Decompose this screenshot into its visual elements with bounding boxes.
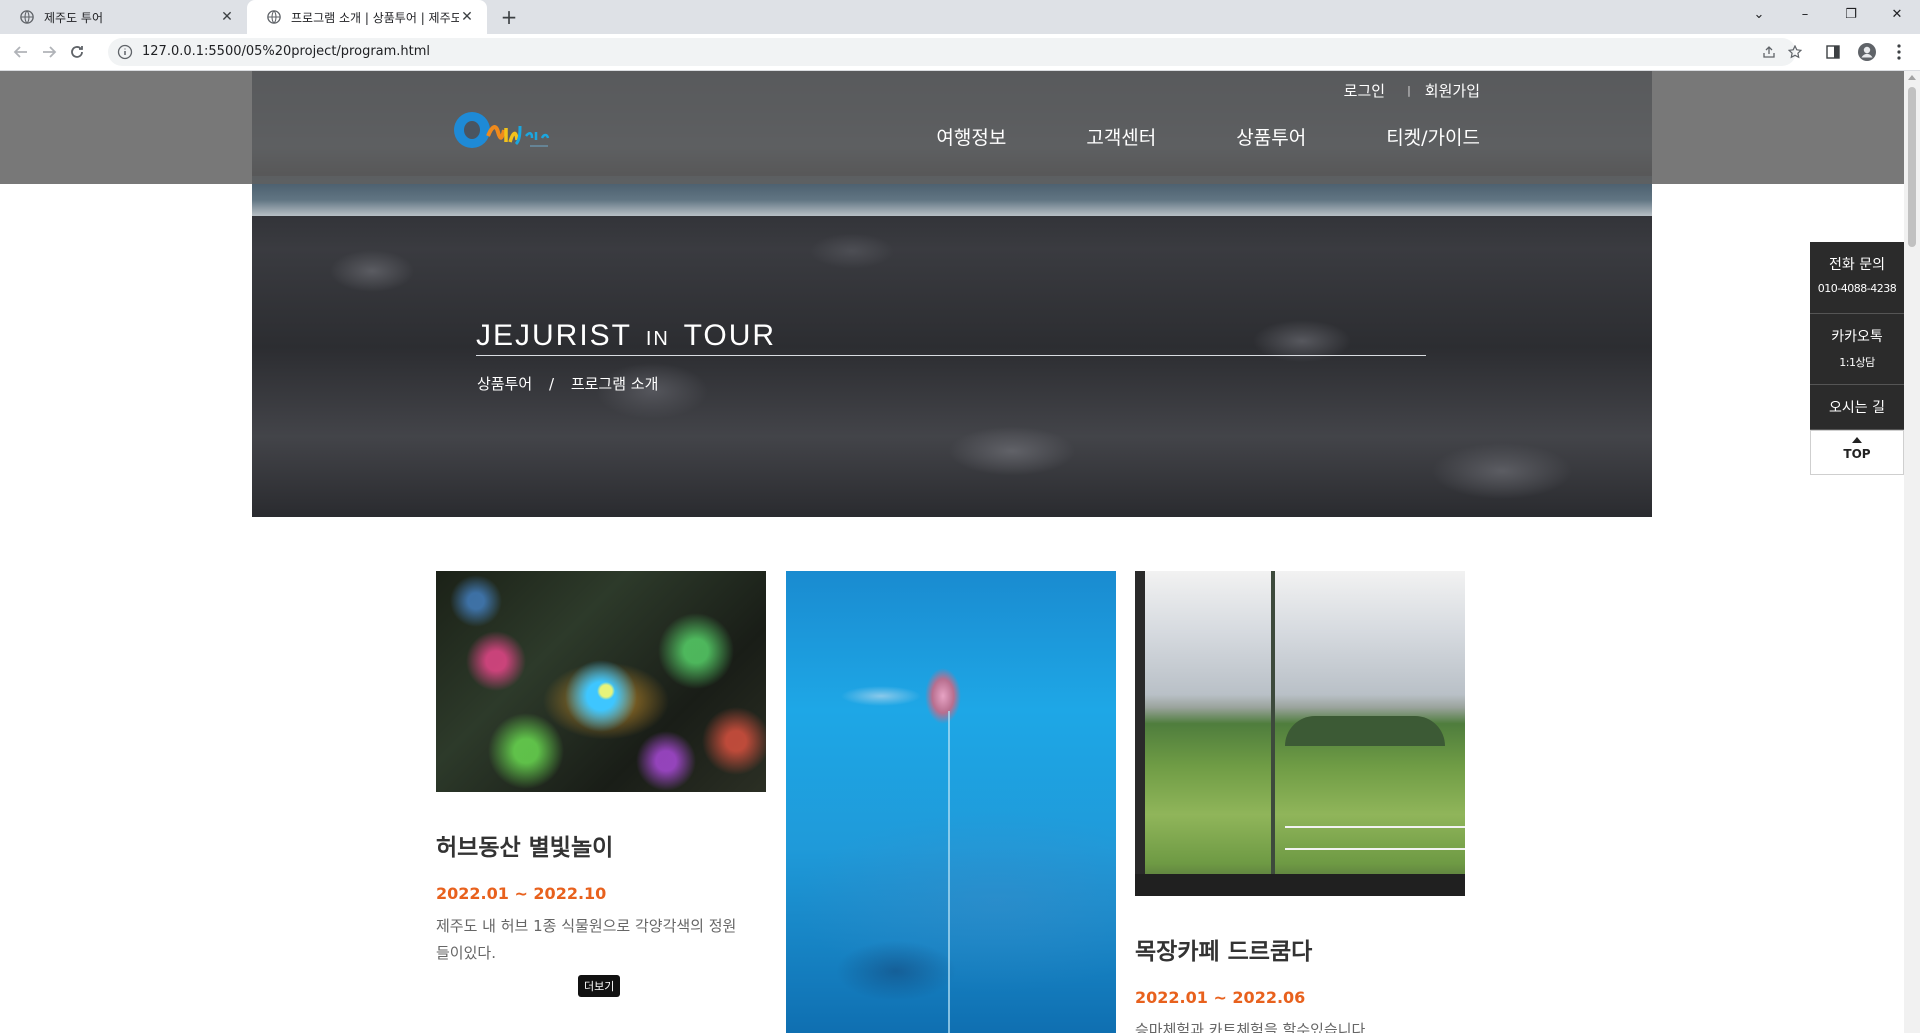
arrow-up-icon — [1852, 437, 1862, 443]
scroll-up-arrow-icon[interactable] — [1908, 75, 1916, 80]
more-button[interactable]: 더보기 — [578, 975, 621, 997]
program-card[interactable]: 목장카페 드르쿰다 2022.01 ~ 2022.06 승마체험과 카트체험을 … — [1135, 571, 1465, 1033]
browser-tab-bar: 제주도 투어 ✕ 프로그램 소개 | 상품투어 | 제주도 투어 ✕ + ⌄ –… — [0, 0, 1920, 34]
hero-title-in: IN — [645, 328, 670, 350]
program-period: 2022.01 ~ 2022.06 — [1135, 988, 1306, 1007]
quick-kakao-label: 카카오톡 — [1831, 329, 1883, 345]
hero-title: JEJURIST IN TOUR — [476, 319, 776, 353]
close-window-button[interactable]: ✕ — [1874, 0, 1920, 30]
nav-item-ticket-guide[interactable]: 티켓/가이드 — [1386, 123, 1480, 150]
browser-tab[interactable]: 제주도 투어 ✕ — [0, 0, 247, 34]
browser-toolbar: 127.0.0.1:5500/05%20project/program.html — [0, 34, 1920, 71]
side-panel-icon[interactable] — [1822, 41, 1844, 63]
quick-kakao[interactable]: 카카오톡 1:1상담 — [1810, 314, 1904, 385]
program-card[interactable] — [786, 571, 1116, 1033]
image-window-frame — [1271, 571, 1275, 896]
image-fence — [1285, 826, 1465, 850]
image-window-frame — [1135, 571, 1145, 896]
breadcrumb-separator: / — [548, 375, 555, 393]
login-link[interactable]: 로그인 — [1344, 80, 1385, 101]
quick-phone[interactable]: 전화 문의 010-4088-4238 — [1810, 242, 1904, 314]
hero-rocks — [252, 191, 1652, 517]
aquarium-cable — [948, 711, 950, 1033]
tab-search-icon[interactable]: ⌄ — [1736, 0, 1782, 30]
program-card[interactable]: 허브동산 별빛놀이 2022.01 ~ 2022.10 제주도 내 허브 1종 … — [436, 571, 766, 967]
tab-close-icon[interactable]: ✕ — [219, 9, 235, 25]
page-scrollbar[interactable] — [1904, 71, 1920, 1033]
site-header: 로그인 | 회원가입 여행정보 고객센터 상품투어 티켓/가이드 — [252, 71, 1652, 184]
breadcrumb-item-current: 프로그램 소개 — [570, 375, 659, 393]
reload-icon[interactable] — [66, 41, 88, 63]
nav-item-travel-info[interactable]: 여행정보 — [936, 123, 1006, 150]
main-nav: 여행정보 고객센터 상품투어 티켓/가이드 — [936, 123, 1480, 150]
image-hill — [1285, 716, 1445, 746]
nav-item-product-tour[interactable]: 상품투어 — [1236, 123, 1306, 150]
hero-divider — [476, 355, 1426, 356]
globe-icon — [267, 10, 281, 24]
quick-menu: 전화 문의 010-4088-4238 카카오톡 1:1상담 오시는 길 TOP — [1810, 242, 1904, 475]
program-image-ranch-cafe[interactable] — [1135, 571, 1465, 896]
image-window-frame — [1135, 874, 1465, 896]
program-image-aquarium[interactable] — [786, 571, 1116, 1033]
site-logo[interactable] — [450, 106, 554, 160]
program-description: 승마체험과 카트체험을 할수있습니다. — [1135, 1021, 1371, 1033]
quick-phone-number: 010-4088-4238 — [1817, 282, 1897, 295]
minimize-button[interactable]: – — [1782, 0, 1828, 30]
hero-title-part2: TOUR — [683, 319, 777, 352]
breadcrumb: 상품투어 / 프로그램 소개 — [477, 373, 658, 394]
scrollbar-thumb[interactable] — [1908, 87, 1916, 247]
tab-close-icon[interactable]: ✕ — [459, 9, 475, 25]
tab-title: 제주도 투어 — [44, 10, 104, 25]
info-icon[interactable] — [117, 44, 133, 60]
top-label: TOP — [1843, 447, 1871, 461]
program-title[interactable]: 허브동산 별빛놀이 — [436, 828, 766, 862]
program-title[interactable]: 목장카페 드르쿰다 — [1135, 932, 1465, 966]
forward-icon[interactable] — [38, 41, 60, 63]
back-icon[interactable] — [10, 41, 32, 63]
hero-title-part1: JEJURIST — [476, 319, 632, 352]
program-image-herb-garden[interactable] — [436, 571, 766, 792]
profile-icon[interactable] — [1856, 41, 1878, 63]
quick-directions-label: 오시는 길 — [1829, 400, 1885, 416]
nav-item-customer-center[interactable]: 고객센터 — [1086, 123, 1156, 150]
tab-title: 프로그램 소개 | 상품투어 | 제주도 투어 — [291, 10, 459, 25]
program-period: 2022.01 ~ 2022.10 — [436, 884, 607, 903]
url-text: 127.0.0.1:5500/05%20project/program.html — [142, 44, 431, 59]
address-bar[interactable]: 127.0.0.1:5500/05%20project/program.html — [108, 38, 1802, 66]
page-viewport: 로그인 | 회원가입 여행정보 고객센터 상품투어 티켓/가이드 JEJURIS… — [0, 71, 1904, 1033]
browser-tab-active[interactable]: 프로그램 소개 | 상품투어 | 제주도 투어 ✕ — [247, 0, 487, 34]
quick-phone-label: 전화 문의 — [1829, 257, 1885, 273]
breadcrumb-item[interactable]: 상품투어 — [477, 375, 532, 393]
restore-button[interactable]: ❐ — [1828, 0, 1874, 30]
globe-icon — [20, 10, 34, 24]
utility-links: 로그인 | 회원가입 — [1344, 80, 1480, 101]
quick-kakao-sub: 1:1상담 — [1839, 356, 1875, 369]
share-icon[interactable] — [1760, 43, 1778, 61]
scroll-top-button[interactable]: TOP — [1810, 430, 1904, 475]
new-tab-button[interactable]: + — [497, 5, 521, 29]
quick-directions[interactable]: 오시는 길 — [1810, 385, 1904, 430]
link-divider: | — [1407, 84, 1411, 97]
program-description: 제주도 내 허브 1종 식물원으로 각양각색의 정원들이있다. — [436, 917, 737, 962]
menu-kebab-icon[interactable] — [1888, 41, 1910, 63]
signup-link[interactable]: 회원가입 — [1425, 80, 1480, 101]
bookmark-star-icon[interactable] — [1786, 43, 1804, 61]
